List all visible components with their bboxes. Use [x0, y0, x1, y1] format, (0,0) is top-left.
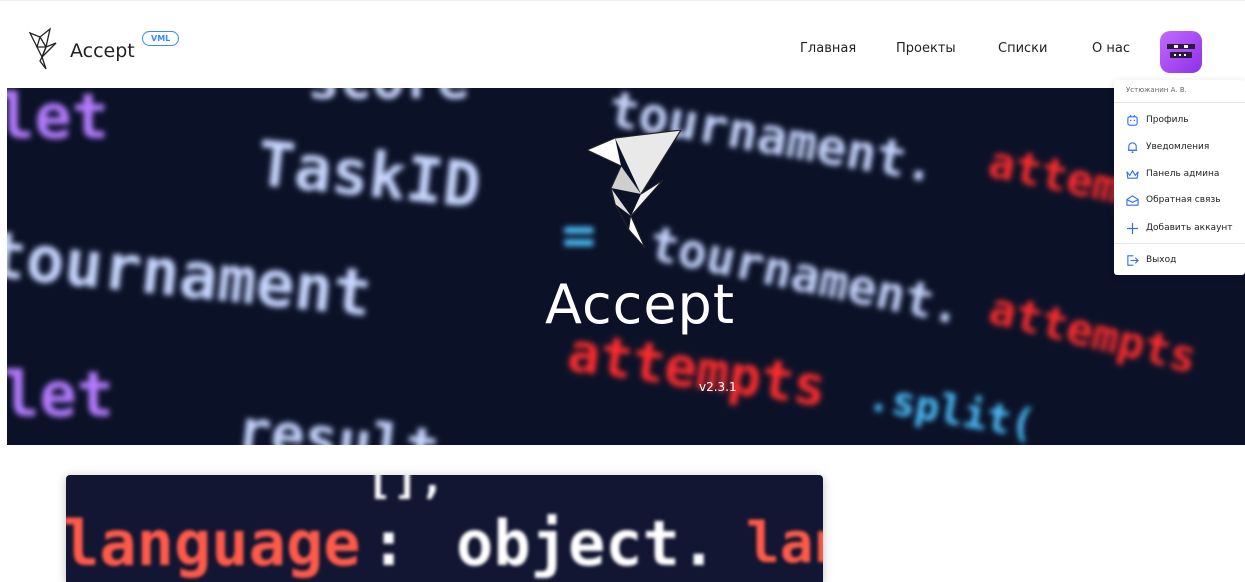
bird-logo-icon — [28, 27, 57, 70]
avatar-tooth — [1184, 54, 1186, 56]
menu-item-notifications[interactable]: Уведомления — [1126, 138, 1209, 156]
brand-name: Accept — [70, 40, 135, 62]
code-text: score — [307, 88, 470, 111]
version-label: v2.3.1 — [699, 380, 737, 394]
dropdown-divider — [1114, 243, 1245, 244]
nav-lists[interactable]: Списки — [998, 41, 1047, 56]
hero-title: Accept — [544, 273, 736, 336]
menu-item-label: Обратная связь — [1146, 195, 1221, 205]
hero-banner: let TaskID = tournament. attempts tourna… — [7, 88, 1245, 445]
user-dropdown-menu: Устюжанин А. В. Профиль Уведомления Пане… — [1114, 80, 1245, 275]
dropdown-user-name: Устюжанин А. В. — [1126, 86, 1187, 94]
profile-icon — [1127, 114, 1138, 126]
menu-item-feedback[interactable]: Обратная связь — [1126, 191, 1221, 209]
nav-about[interactable]: О нас — [1092, 41, 1130, 56]
code-text: : — [370, 507, 408, 580]
code-text: let — [7, 358, 114, 431]
crown-icon — [1126, 169, 1139, 179]
code-text: tournament — [7, 218, 376, 332]
bell-icon — [1127, 141, 1138, 153]
avatar-eye-right — [1184, 45, 1188, 48]
code-text: TaskID — [253, 126, 485, 223]
mail-icon — [1126, 194, 1139, 206]
avatar-eyes — [1167, 44, 1195, 49]
menu-item-admin-panel[interactable]: Панель админа — [1126, 165, 1219, 183]
logo-link[interactable]: Accept — [28, 27, 135, 71]
code-text: lang — [746, 511, 823, 576]
code-text: attempts — [983, 283, 1202, 384]
menu-item-label: Выход — [1146, 255, 1177, 265]
menu-item-label: Уведомления — [1146, 142, 1210, 152]
code-text: let — [7, 88, 109, 153]
avatar-eye-left — [1174, 45, 1178, 48]
code-text: result — [234, 397, 443, 445]
menu-item-logout[interactable]: Выход — [1126, 251, 1176, 269]
menu-item-profile[interactable]: Профиль — [1126, 111, 1189, 129]
logout-icon — [1127, 254, 1139, 266]
avatar-tooth — [1179, 54, 1181, 56]
menu-item-label: Добавить аккаунт — [1146, 223, 1233, 233]
avatar-tooth — [1174, 54, 1176, 56]
menu-item-add-account[interactable]: Добавить аккаунт — [1126, 219, 1233, 237]
bird-logo-icon — [586, 130, 682, 248]
code-text: language — [66, 507, 361, 580]
menu-item-label: Панель админа — [1146, 169, 1220, 179]
code-text: .split( — [864, 373, 1039, 445]
dropdown-divider — [1114, 102, 1245, 103]
code-text: object. — [456, 507, 718, 580]
code-text: [], — [366, 475, 446, 504]
top-header: Accept VML Главная Проекты Списки О нас — [0, 0, 1245, 88]
menu-item-label: Профиль — [1146, 115, 1189, 125]
plus-icon — [1126, 222, 1139, 234]
nav-home[interactable]: Главная — [800, 41, 856, 56]
user-avatar[interactable] — [1160, 31, 1202, 73]
nav-projects[interactable]: Проекты — [896, 41, 956, 56]
project-card-image[interactable]: [], language : object. lang — [66, 475, 823, 582]
vml-badge: VML — [142, 31, 180, 46]
